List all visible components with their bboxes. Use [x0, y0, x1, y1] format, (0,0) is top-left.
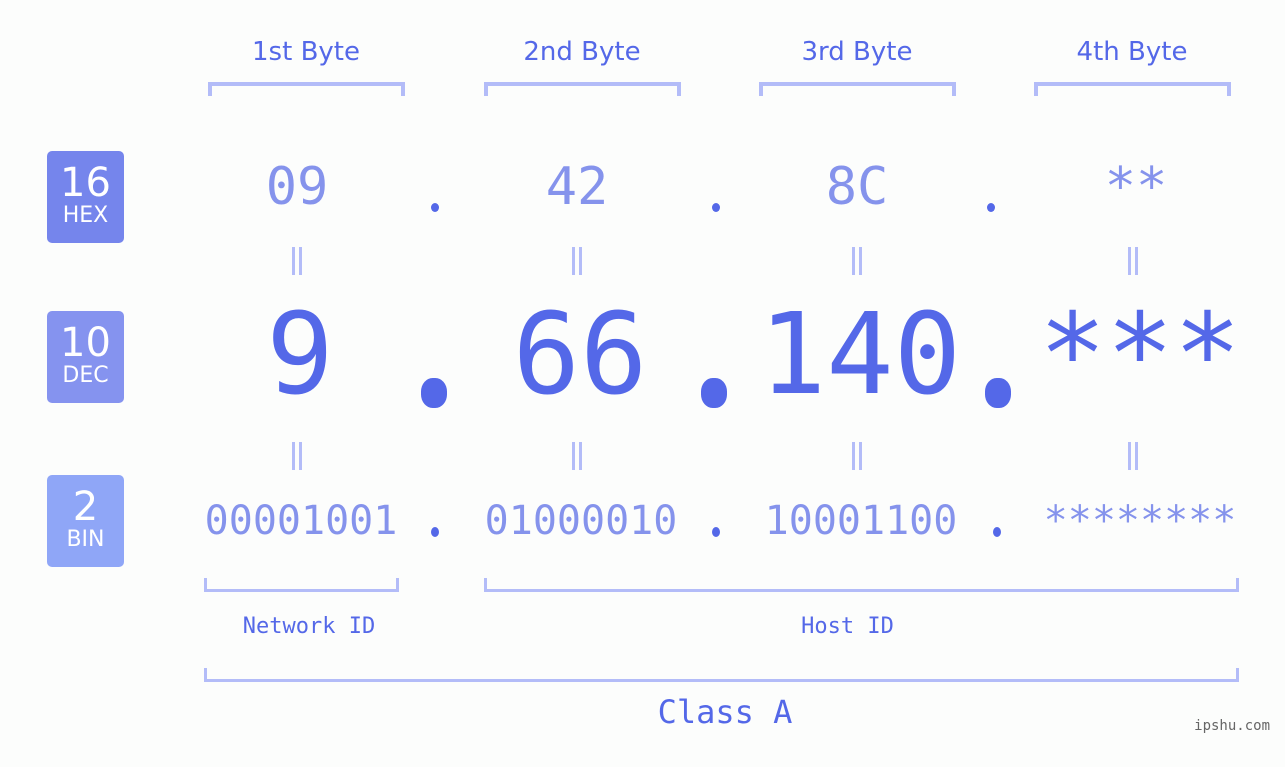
bin-base-number: 2	[72, 484, 99, 530]
dec-byte-4: ***	[1038, 290, 1242, 420]
dec-base-label: DEC	[62, 363, 109, 388]
dec-byte-1: 9	[266, 290, 334, 420]
equals-icon	[852, 247, 862, 275]
class-bracket	[204, 668, 1239, 682]
bin-dot-2	[712, 527, 720, 537]
dec-dot-1	[421, 378, 447, 408]
byte-header-3: 3rd Byte	[801, 37, 913, 67]
hex-base-number: 16	[60, 160, 111, 206]
equals-icon	[572, 247, 582, 275]
class-label: Class A	[657, 693, 793, 731]
hex-byte-2: 42	[545, 157, 609, 217]
byte-header-1: 1st Byte	[252, 37, 360, 67]
equals-icon	[292, 442, 302, 470]
bin-byte-3: 10001100	[764, 498, 958, 544]
dec-badge: 10 DEC	[47, 311, 124, 403]
bin-badge: 2 BIN	[47, 475, 124, 567]
host-id-label: Host ID	[801, 614, 894, 639]
equals-icon	[292, 247, 302, 275]
network-id-bracket	[204, 578, 399, 592]
byte-header-4: 4th Byte	[1076, 37, 1188, 67]
hex-badge: 16 HEX	[47, 151, 124, 243]
network-id-label: Network ID	[242, 614, 376, 639]
bin-byte-2: 01000010	[484, 498, 678, 544]
hex-base-label: HEX	[62, 203, 109, 228]
equals-icon	[572, 442, 582, 470]
dec-dot-2	[701, 378, 727, 408]
byte-bracket-2	[484, 82, 681, 96]
equals-icon	[1128, 247, 1138, 275]
bin-dot-1	[431, 527, 439, 537]
byte-header-2: 2nd Byte	[523, 37, 641, 67]
bin-byte-4: ********	[1043, 498, 1237, 544]
bin-base-label: BIN	[66, 527, 105, 552]
byte-bracket-1	[208, 82, 405, 96]
host-id-bracket	[484, 578, 1239, 592]
byte-bracket-4	[1034, 82, 1231, 96]
bin-dot-3	[993, 527, 1001, 537]
bin-byte-1: 00001001	[204, 498, 398, 544]
dec-byte-2: 66	[512, 290, 648, 420]
watermark: ipshu.com	[1194, 718, 1270, 734]
hex-byte-4: **	[1104, 157, 1168, 217]
hex-byte-1: 09	[265, 157, 329, 217]
dec-dot-3	[985, 378, 1011, 408]
hex-byte-3: 8C	[825, 157, 889, 217]
equals-icon	[852, 442, 862, 470]
byte-bracket-3	[759, 82, 956, 96]
hex-dot-3	[987, 203, 995, 212]
hex-dot-1	[431, 203, 439, 212]
dec-base-number: 10	[60, 320, 111, 366]
equals-icon	[1128, 442, 1138, 470]
dec-byte-3: 140	[758, 290, 962, 420]
hex-dot-2	[712, 203, 720, 212]
